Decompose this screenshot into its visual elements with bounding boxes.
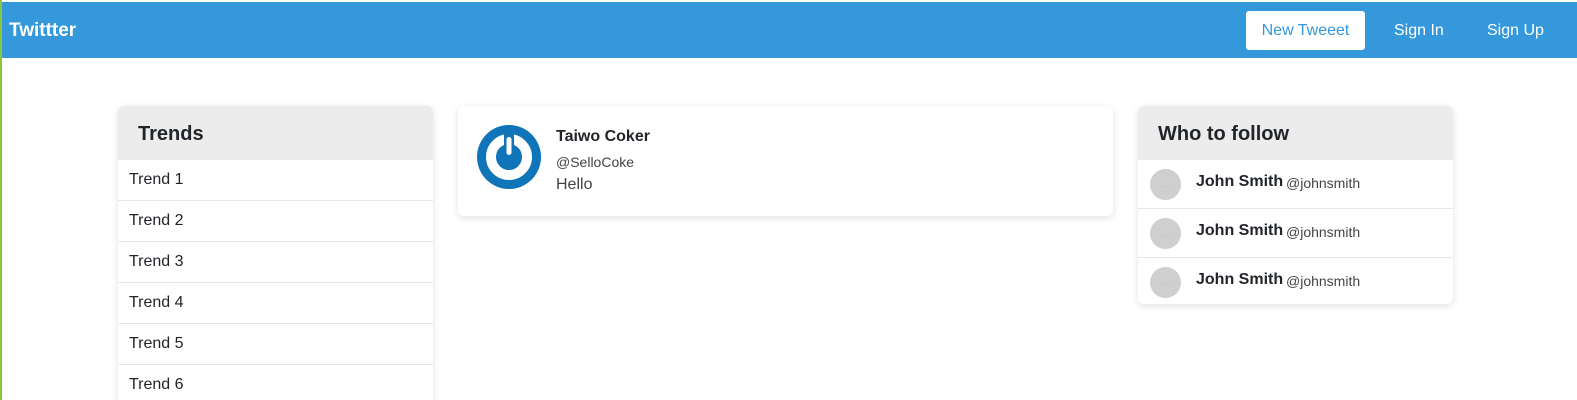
tweet-text: Hello (556, 176, 593, 193)
avatar-placeholder: .... (1150, 169, 1181, 200)
brand-logo-text[interactable]: Twittter (9, 19, 76, 43)
trend-item[interactable]: Trend 5 (118, 324, 433, 365)
trends-title: Trends (118, 106, 433, 160)
follow-name[interactable]: John Smith (1196, 173, 1283, 191)
tweet-author-handle: @SelloCoke (556, 154, 635, 170)
sign-up-link[interactable]: Sign Up (1487, 11, 1544, 50)
trend-item[interactable]: Trend 2 (118, 201, 433, 242)
who-to-follow-card: Who to follow .... John Smith @johnsmith… (1138, 106, 1453, 304)
follow-handle: @johnsmith (1286, 273, 1361, 289)
trend-item[interactable]: Trend 3 (118, 242, 433, 283)
follow-suggestion[interactable]: .... John Smith @johnsmith (1138, 160, 1453, 209)
who-to-follow-title: Who to follow (1138, 106, 1453, 160)
new-tweet-button[interactable]: New Tweeet (1246, 11, 1365, 50)
trend-item[interactable]: Trend 6 (118, 365, 433, 400)
navbar: Twittter New Tweeet Sign In Sign Up (2, 2, 1577, 58)
trend-item[interactable]: Trend 1 (118, 160, 433, 201)
trend-item[interactable]: Trend 4 (118, 283, 433, 324)
follow-suggestion[interactable]: .... John Smith @johnsmith (1138, 209, 1453, 258)
follow-suggestion[interactable]: .... John Smith @johnsmith (1138, 258, 1453, 304)
follow-handle: @johnsmith (1286, 224, 1361, 240)
follow-name[interactable]: John Smith (1196, 222, 1283, 240)
sign-in-link[interactable]: Sign In (1394, 11, 1444, 50)
follow-name[interactable]: John Smith (1196, 271, 1283, 289)
follow-handle: @johnsmith (1286, 175, 1361, 191)
page: Twittter New Tweeet Sign In Sign Up Tren… (0, 0, 1577, 400)
tweet-card: Taiwo Coker @SelloCoke Hello (458, 106, 1113, 216)
tweet-author-name[interactable]: Taiwo Coker (556, 128, 650, 146)
power-logo-icon[interactable] (477, 125, 541, 189)
trends-card: Trends Trend 1 Trend 2 Trend 3 Trend 4 T… (118, 106, 433, 400)
avatar-placeholder: .... (1150, 218, 1181, 249)
avatar-placeholder: .... (1150, 267, 1181, 298)
